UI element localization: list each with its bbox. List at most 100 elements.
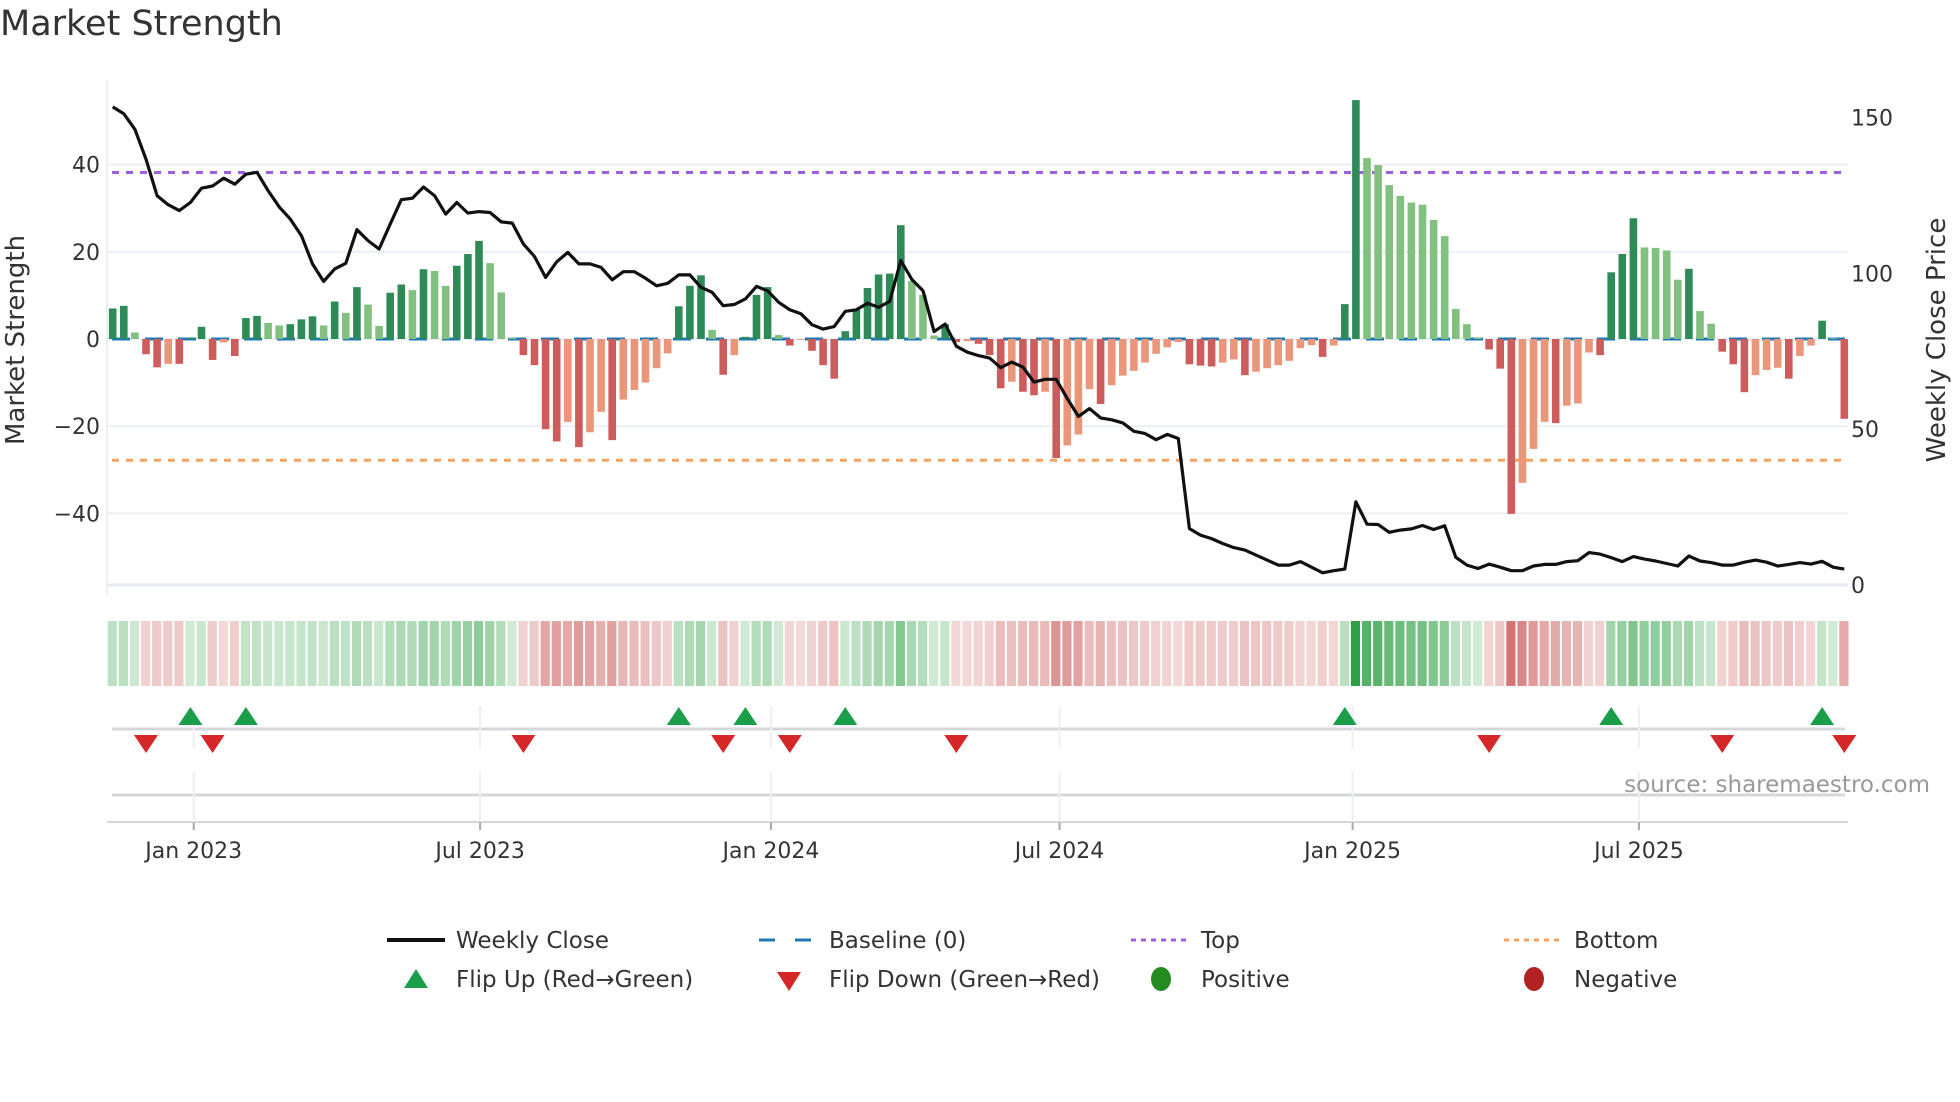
positive-strength-bar (308, 316, 317, 339)
heat-strip-cell (363, 621, 373, 686)
heat-strip-cell (1772, 621, 1782, 686)
heat-strip-cell (1062, 621, 1072, 686)
positive-strength-bar (885, 273, 894, 339)
legend-label: Weekly Close (456, 928, 609, 954)
triangle-up-icon (404, 969, 428, 988)
positive-strength-bar (1363, 158, 1371, 339)
heat-strip-cell (396, 621, 406, 686)
heat-strip-cell (929, 621, 939, 686)
legend-item-bottom[interactable]: Bottom (1504, 928, 1658, 954)
x-tick-label: Jul 2025 (1592, 839, 1684, 864)
heat-strip-cell (729, 621, 739, 686)
negative-strength-bar (1041, 339, 1049, 392)
heat-strip-cell (129, 621, 140, 686)
positive-strength-bar (131, 332, 139, 339)
heat-strip-cell (1561, 621, 1571, 686)
x-tick-label: Jan 2024 (720, 839, 819, 864)
negative-strength-bar (1096, 339, 1105, 404)
heat-strip-cell (1151, 621, 1161, 686)
heat-strip-cell (1550, 621, 1560, 686)
positive-strength-bar (275, 325, 283, 339)
negative-strength-bar (1008, 339, 1016, 382)
negative-dot-icon (1524, 967, 1544, 991)
heat-strip-cell (1140, 621, 1150, 686)
positive-strength-bar (1696, 311, 1704, 339)
negative-strength-bar (164, 339, 172, 364)
axes: −40 −20 0 20 40 0 50 100 150 Jan 2023 Jul 2023 Jan … (54, 106, 1893, 864)
heat-strip-cell (1806, 621, 1816, 686)
positive-strength-bar (1707, 323, 1715, 339)
heat-strip-cell (884, 621, 894, 686)
heat-strip-cell (1006, 621, 1016, 686)
legend-item-negative[interactable]: Negative (1524, 967, 1677, 993)
heat-strip-cell (1239, 621, 1250, 686)
flip-down-marker (1477, 735, 1502, 753)
heat-strip-cell (263, 621, 273, 686)
negative-strength-bar (797, 339, 805, 340)
flip-down-marker (1710, 735, 1735, 753)
x-tick-label: Jul 2023 (433, 839, 525, 864)
heat-strip-cell (507, 621, 517, 686)
negative-strength-bar (985, 339, 994, 356)
heat-strip-cell (651, 621, 661, 686)
legend-item-positive[interactable]: Positive (1151, 967, 1290, 993)
legend-item-weekly-close[interactable]: Weekly Close (387, 928, 609, 954)
y-tick-label: −20 (54, 415, 100, 440)
heat-strip-cell (973, 621, 983, 686)
x-tick-label: Jul 2024 (1013, 839, 1105, 864)
heat-strip-cell (696, 621, 706, 686)
heat-strip-cell (629, 621, 639, 686)
heat-strip-cell (240, 621, 251, 686)
negative-strength-bar (1762, 339, 1771, 370)
heat-strip-cell (718, 621, 728, 686)
legend-item-flip-down[interactable]: Flip Down (Green→Red) (777, 967, 1100, 993)
negative-strength-bar (1496, 339, 1504, 369)
legend-item-flip-up[interactable]: Flip Up (Red→Green) (404, 967, 693, 993)
flip-down-marker (944, 735, 969, 753)
positive-dot-icon (1151, 967, 1171, 991)
heat-strip-cell (1683, 621, 1694, 686)
heat-strip-cell (573, 621, 584, 686)
negative-strength-bar (519, 339, 528, 356)
negative-strength-bar (1030, 339, 1038, 396)
heat-strip-cell (1051, 621, 1061, 686)
negative-strength-bar (1263, 339, 1271, 369)
positive-strength-bar (1640, 247, 1649, 339)
positive-strength-bar (1352, 100, 1360, 340)
heat-strip-cell (740, 621, 750, 686)
heat-strip-cell (818, 621, 828, 686)
negative-strength-bar (1052, 339, 1060, 459)
heat-strip-cell (118, 621, 128, 686)
legend-item-top[interactable]: Top (1131, 928, 1240, 954)
negative-strength-bar (1785, 339, 1793, 379)
positive-strength-bar (508, 337, 517, 339)
heat-strip-cell (1395, 621, 1405, 686)
negative-strength-bar (564, 339, 572, 422)
positive-strength-bar (253, 315, 261, 339)
strength-heat-strip (107, 621, 1849, 686)
heat-strip-cell (840, 621, 850, 686)
positive-strength-bar (1463, 324, 1471, 339)
negative-strength-bar (1740, 339, 1749, 393)
legend-item-baseline[interactable]: Baseline (0) (759, 928, 966, 954)
negative-strength-bar (1574, 339, 1582, 404)
heat-strip-cell (862, 621, 872, 686)
negative-strength-bar (1130, 339, 1138, 371)
heat-strip-cell (618, 621, 628, 686)
positive-strength-bar (464, 253, 472, 339)
positive-strength-bar (1829, 338, 1837, 339)
heat-strip-cell (1117, 621, 1127, 686)
flip-up-marker (1599, 707, 1624, 725)
negative-strength-bar (1241, 339, 1249, 376)
heat-strip-cell (1362, 621, 1372, 686)
negative-strength-bar (819, 339, 827, 366)
positive-strength-bar (364, 304, 372, 339)
legend-label: Top (1200, 928, 1240, 954)
flip-down-marker (134, 735, 158, 753)
negative-strength-bar (963, 339, 972, 342)
heat-strip-cell (873, 621, 883, 686)
heat-strip-cell (1095, 621, 1105, 686)
heat-strip-cell (940, 621, 950, 686)
negative-strength-bar (1596, 339, 1604, 356)
heat-strip-cell (1584, 621, 1594, 686)
